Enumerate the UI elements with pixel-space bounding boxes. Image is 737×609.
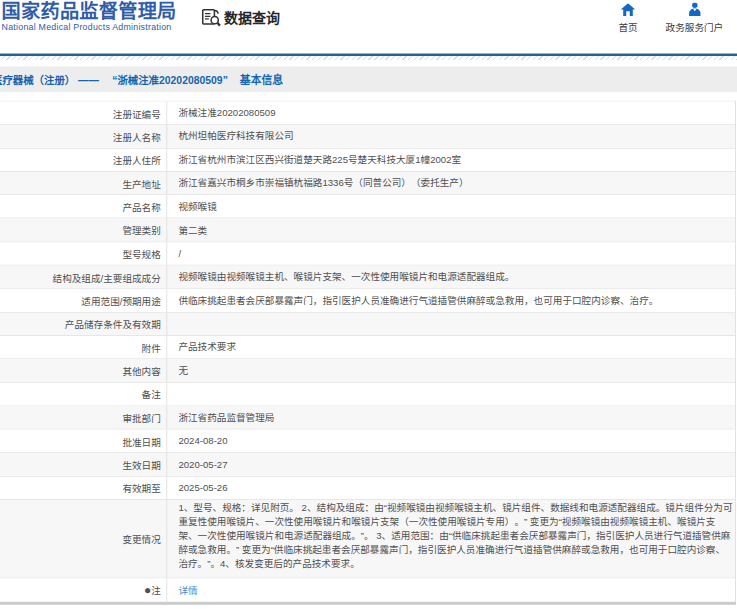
row-value: 浙械注准20202080509 xyxy=(167,106,735,120)
row-label: 型号规格 xyxy=(0,242,167,265)
row-value: / xyxy=(167,246,735,260)
breadcrumb-bar: 医疗器械（注册） —— “浙械注准20202080509” 基本信息 xyxy=(0,66,737,92)
row-value: 第二类 xyxy=(167,223,735,237)
detail-table: 注册证编号浙械注准20202080509注册人名称杭州坦帕医疗科技有限公司注册人… xyxy=(0,101,736,605)
table-row: 适用范围/预期用途供临床挑起患者会厌部暴露声门，指引医护人员准确进行气道插管供麻… xyxy=(0,289,735,312)
nav-home[interactable]: 首页 xyxy=(618,2,637,33)
row-label: 变更情况 xyxy=(0,500,167,578)
document-search-icon xyxy=(200,8,222,27)
table-row: 产品储存条件及有效期 xyxy=(0,313,735,336)
row-value: 浙江省杭州市滨江区西兴街道楚天路225号楚天科技大厦1幢2002室 xyxy=(167,153,735,167)
table-row: ●注详情 xyxy=(0,578,735,601)
row-value: 浙江省药品监督管理局 xyxy=(167,410,735,424)
table-row: 有效期至2025-05-26 xyxy=(0,477,735,500)
row-label: ●注 xyxy=(0,578,167,601)
row-value: 2024-08-20 xyxy=(167,434,735,448)
row-value: 无 xyxy=(167,364,735,378)
nav-portal-label: 政务服务门户 xyxy=(666,20,724,34)
bullet-icon: ● xyxy=(144,583,151,597)
detail-link[interactable]: 详情 xyxy=(178,585,197,596)
row-label: 产品名称 xyxy=(0,195,167,218)
table-row: 备注 xyxy=(0,383,735,406)
row-label: 生产地址 xyxy=(0,172,167,195)
row-label: 适用范围/预期用途 xyxy=(0,289,167,312)
table-row: 产品名称视频喉镜 xyxy=(0,195,735,218)
row-label: 产品储存条件及有效期 xyxy=(0,313,167,336)
breadcrumb-category: 医疗器械（注册） xyxy=(0,74,75,86)
row-value: 产品技术要求 xyxy=(167,340,735,354)
row-label: 注册人名称 xyxy=(0,125,167,148)
table-row: 生产地址浙江省嘉兴市桐乡市崇福镇杭福路1336号（同普公司）（委托生产） xyxy=(0,172,735,195)
page: 国家药品监督管理局 National Medical Products Admi… xyxy=(0,0,737,605)
row-label: 注册人住所 xyxy=(0,148,167,171)
breadcrumb-separator: —— xyxy=(78,74,99,86)
data-search-heading[interactable]: 数据查询 xyxy=(200,7,280,27)
row-value: 视频喉镜由视频喉镜主机、喉镜片支架、一次性使用喉镜片和电源适配器组成。 xyxy=(167,270,735,284)
table-row: 审批部门浙江省药品监督管理局 xyxy=(0,406,735,429)
person-icon xyxy=(688,2,702,16)
row-value: 2025-05-26 xyxy=(167,481,735,495)
breadcrumb-registration-no: “浙械注准20202080509” xyxy=(112,74,228,86)
site-title-en: National Medical Products Administration xyxy=(2,22,177,32)
table-row: 批准日期2024-08-20 xyxy=(0,430,735,453)
row-label: 审批部门 xyxy=(0,406,167,429)
row-value: 杭州坦帕医疗科技有限公司 xyxy=(167,129,735,143)
home-icon xyxy=(621,2,635,16)
breadcrumb: 医疗器械（注册） —— “浙械注准20202080509” 基本信息 xyxy=(0,71,283,87)
row-label: 注册证编号 xyxy=(0,102,167,125)
nav-portal[interactable]: 政务服务门户 xyxy=(666,2,724,33)
data-search-title: 数据查询 xyxy=(224,7,280,27)
row-label: 附件 xyxy=(0,336,167,359)
row-label: 管理类别 xyxy=(0,219,167,242)
table-row: 附件产品技术要求 xyxy=(0,336,735,359)
row-label: 结构及组成/主要组成成分 xyxy=(0,266,167,289)
row-value: 视频喉镜 xyxy=(167,199,735,213)
gap xyxy=(0,92,737,101)
table-row: 其他内容无 xyxy=(0,359,735,382)
row-label: 备注 xyxy=(0,383,167,406)
row-value: 1、型号、规格：详见附页。 2、结构及组成：由“视频喉镜由视频喉镜主机、镜片组件… xyxy=(167,500,735,578)
row-label: 有效期至 xyxy=(0,477,167,500)
table-row: 型号规格/ xyxy=(0,242,735,265)
row-label: 批准日期 xyxy=(0,430,167,453)
table-row: 管理类别第二类 xyxy=(0,219,735,242)
nav-home-label: 首页 xyxy=(618,20,637,34)
breadcrumb-page-name: 基本信息 xyxy=(240,74,283,86)
row-value: 2020-05-27 xyxy=(167,457,735,471)
row-label: 生效日期 xyxy=(0,453,167,476)
row-value: 供临床挑起患者会厌部暴露声门，指引医护人员准确进行气道插管供麻醉或急救用，也可用… xyxy=(167,293,735,307)
row-value: 详情 xyxy=(167,583,735,597)
table-row: 生效日期2020-05-27 xyxy=(0,453,735,476)
table-row: 变更情况1、型号、规格：详见附页。 2、结构及组成：由“视频喉镜由视频喉镜主机、… xyxy=(0,500,735,578)
table-row: 注册证编号浙械注准20202080509 xyxy=(0,102,735,125)
site-header: 国家药品监督管理局 National Medical Products Admi… xyxy=(0,0,737,53)
table-row: 注册人住所浙江省杭州市滨江区西兴街道楚天路225号楚天科技大厦1幢2002室 xyxy=(0,148,735,171)
table-row: 注册人名称杭州坦帕医疗科技有限公司 xyxy=(0,125,735,148)
site-title-cn: 国家药品监督管理局 xyxy=(2,1,177,22)
row-value: 浙江省嘉兴市桐乡市崇福镇杭福路1336号（同普公司）（委托生产） xyxy=(167,176,735,190)
table-row: 结构及组成/主要组成成分视频喉镜由视频喉镜主机、喉镜片支架、一次性使用喉镜片和电… xyxy=(0,266,735,289)
site-logo[interactable]: 国家药品监督管理局 National Medical Products Admi… xyxy=(2,1,177,32)
row-label: 其他内容 xyxy=(0,359,167,382)
